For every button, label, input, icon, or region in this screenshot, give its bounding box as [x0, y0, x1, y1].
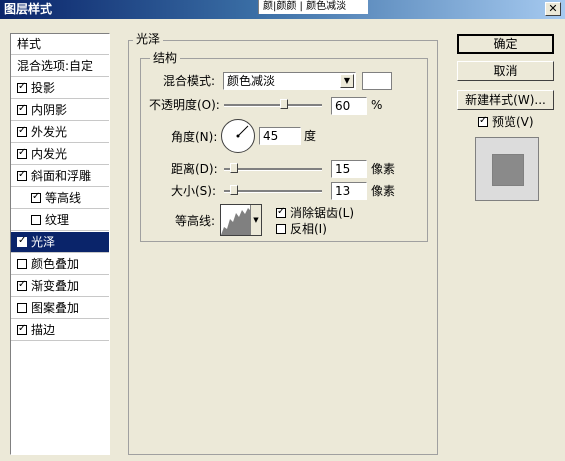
- antialias-label: 消除锯齿(L): [290, 206, 355, 220]
- preview-label: 预览(V): [492, 115, 534, 129]
- invert-checkbox-row[interactable]: 反相(I): [276, 221, 327, 237]
- distance-slider-thumb[interactable]: [230, 163, 238, 173]
- style-list-item[interactable]: 斜面和浮雕: [11, 166, 109, 187]
- style-list-item-label: 渐变叠加: [31, 279, 80, 293]
- style-checkbox[interactable]: [17, 147, 27, 159]
- style-list-item[interactable]: 渐变叠加: [11, 276, 109, 297]
- style-list-item-label: 纹理: [45, 213, 70, 227]
- distance-unit: 像素: [371, 162, 396, 176]
- style-list-item[interactable]: 外发光: [11, 122, 109, 143]
- style-list-item-label: 投影: [31, 81, 56, 95]
- style-checkbox[interactable]: [17, 103, 27, 115]
- contour-label: 等高线:: [175, 214, 216, 228]
- style-list-item-label: 内阴影: [31, 103, 68, 117]
- blend-mode-value: 颜色减淡: [227, 74, 276, 88]
- ok-button[interactable]: 确定: [457, 34, 554, 54]
- color-swatch[interactable]: [362, 72, 392, 90]
- opacity-slider-thumb[interactable]: [280, 99, 288, 109]
- distance-field[interactable]: 15: [331, 160, 367, 178]
- style-list-item[interactable]: 图案叠加: [11, 298, 109, 319]
- style-list-item-label: 描边: [31, 323, 56, 337]
- close-button[interactable]: ✕: [545, 2, 561, 16]
- size-slider[interactable]: [224, 190, 322, 193]
- angle-label: 角度(N):: [171, 130, 218, 144]
- angle-dial[interactable]: [221, 119, 255, 153]
- contour-picker[interactable]: ▼: [220, 204, 262, 236]
- invert-checkbox[interactable]: [276, 224, 286, 234]
- invert-label: 反相(I): [290, 222, 327, 236]
- distance-label: 距离(D):: [171, 162, 218, 176]
- antialias-checkbox[interactable]: [276, 206, 286, 218]
- style-list-item[interactable]: 描边: [11, 320, 109, 341]
- opacity-field[interactable]: 60: [331, 97, 367, 115]
- size-unit: 像素: [371, 184, 396, 198]
- style-checkbox[interactable]: [17, 259, 27, 269]
- chevron-down-icon[interactable]: ▼: [340, 74, 354, 88]
- opacity-unit: %: [371, 98, 383, 112]
- size-label: 大小(S):: [171, 184, 217, 198]
- style-checkbox[interactable]: [31, 215, 41, 225]
- style-checkbox[interactable]: [17, 279, 27, 291]
- style-checkbox[interactable]: [17, 169, 27, 181]
- style-list-item[interactable]: 等高线: [11, 188, 109, 209]
- style-list-item[interactable]: 样式: [11, 34, 109, 55]
- style-list-item-label: 内发光: [31, 147, 68, 161]
- window-title: 图层样式: [4, 2, 53, 16]
- style-list-item[interactable]: 混合选项:自定: [11, 56, 109, 77]
- cancel-button[interactable]: 取消: [457, 61, 554, 81]
- satin-group-title: 光泽: [133, 32, 164, 46]
- style-list-item[interactable]: 纹理: [11, 210, 109, 231]
- style-list-item[interactable]: 投影: [11, 78, 109, 99]
- style-list-item-label: 颜色叠加: [31, 257, 80, 271]
- blend-mode-label: 混合模式:: [163, 74, 216, 88]
- style-checkbox[interactable]: [17, 125, 27, 137]
- style-list-item-label: 混合选项:自定: [17, 59, 94, 73]
- title-bar: 图层样式 颜|颜颜 | 颜色减淡 ✕: [0, 0, 565, 19]
- style-list-item-label: 光泽: [31, 235, 56, 249]
- preview-checkbox-row[interactable]: 预览(V): [478, 114, 534, 130]
- style-list-item-label: 样式: [17, 37, 42, 51]
- angle-dial-indicator: [236, 125, 249, 138]
- contour-dropdown-icon[interactable]: ▼: [250, 205, 261, 235]
- opacity-label: 不透明度(O):: [149, 98, 220, 112]
- style-checkbox[interactable]: [17, 81, 27, 93]
- style-list-item-label: 图案叠加: [31, 301, 80, 315]
- structure-group-title: 结构: [150, 51, 181, 65]
- style-list-item-label: 等高线: [45, 191, 82, 205]
- preview-thumbnail: [475, 137, 539, 201]
- antialias-checkbox-row[interactable]: 消除锯齿(L): [276, 205, 354, 221]
- style-checkbox[interactable]: [17, 303, 27, 313]
- size-field[interactable]: 13: [331, 182, 367, 200]
- blend-mode-select[interactable]: 颜色减淡 ▼: [223, 72, 356, 90]
- contour-curve-icon: [221, 208, 251, 235]
- style-list-item[interactable]: 光泽: [11, 232, 109, 253]
- distance-slider[interactable]: [224, 168, 322, 171]
- style-list-item[interactable]: 内发光: [11, 144, 109, 165]
- style-checkbox[interactable]: [17, 323, 27, 335]
- preview-swatch: [492, 154, 524, 186]
- title-strip: 颜|颜颜 | 颜色减淡: [258, 0, 368, 14]
- style-list-item-label: 外发光: [31, 125, 68, 139]
- angle-field[interactable]: 45: [259, 127, 301, 145]
- angle-unit: 度: [304, 129, 317, 143]
- size-slider-thumb[interactable]: [230, 185, 238, 195]
- styles-list: 样式混合选项:自定投影内阴影外发光内发光斜面和浮雕等高线纹理光泽颜色叠加渐变叠加…: [10, 33, 110, 455]
- preview-checkbox[interactable]: [478, 115, 488, 127]
- style-checkbox[interactable]: [17, 235, 27, 247]
- new-style-button[interactable]: 新建样式(W)...: [457, 90, 554, 110]
- style-list-item-label: 斜面和浮雕: [31, 169, 92, 183]
- style-checkbox[interactable]: [31, 191, 41, 203]
- opacity-slider[interactable]: [224, 104, 322, 107]
- style-list-item[interactable]: 颜色叠加: [11, 254, 109, 275]
- style-list-item[interactable]: 内阴影: [11, 100, 109, 121]
